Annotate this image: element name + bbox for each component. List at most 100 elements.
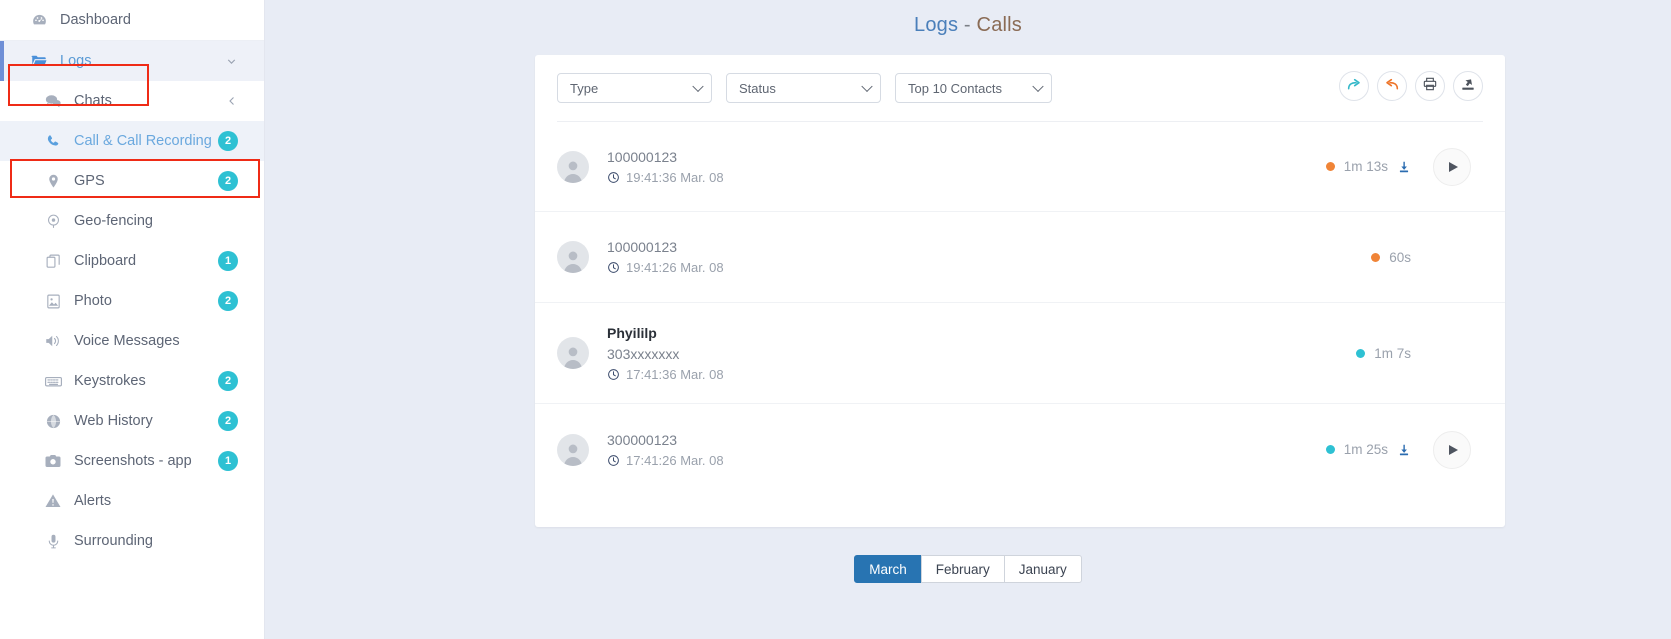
filter-type-value: Type (570, 80, 599, 96)
table-row[interactable]: 100000123 19:41:36 Mar. 08 1m 13s (535, 122, 1505, 212)
filter-status-select[interactable]: Status (726, 73, 881, 103)
table-row[interactable]: 100000123 19:41:26 Mar. 08 60s (535, 212, 1505, 303)
avatar (557, 150, 589, 183)
sidebar-item-label: Photo (74, 293, 112, 309)
call-time-wrap: 17:41:26 Mar. 08 (607, 453, 1326, 468)
sidebar-item-photo[interactable]: Photo 2 (0, 281, 264, 321)
play-icon (1449, 161, 1458, 172)
sidebar-item-logs[interactable]: Logs (0, 41, 264, 81)
play-button[interactable] (1433, 147, 1471, 186)
page-title-dash: - (958, 14, 977, 36)
filter-type-select[interactable]: Type (557, 73, 712, 103)
call-number: 100000123 (607, 239, 678, 255)
month-tab-march[interactable]: March (854, 555, 922, 583)
avatar (557, 433, 589, 466)
warning-triangle-icon (42, 492, 64, 510)
chevron-down-icon[interactable] (225, 55, 238, 68)
filter-bar: Type Status Top 10 Contacts (557, 73, 1052, 103)
chevron-left-icon[interactable] (226, 95, 238, 107)
month-tab-february[interactable]: February (920, 555, 1005, 583)
sidebar-item-call-and-call-recording[interactable]: Call & Call Recording 2 (0, 121, 264, 161)
sidebar-item-label: Screenshots - app (74, 453, 192, 469)
clock-icon (607, 171, 620, 184)
sidebar-item-web-history[interactable]: Web History 2 (0, 401, 264, 441)
sidebar-item-label: Alerts (74, 493, 112, 509)
folder-icon (28, 52, 50, 70)
call-info: 100000123 19:41:36 Mar. 08 (607, 149, 1326, 185)
forward-button[interactable] (1339, 71, 1369, 101)
sidebar-item-label: Chats (74, 93, 112, 109)
filter-contacts-select[interactable]: Top 10 Contacts (895, 73, 1052, 103)
sidebar-item-label: Logs (60, 53, 92, 69)
sidebar-item-badge: 2 (218, 411, 238, 431)
sidebar-item-keystrokes[interactable]: Keystrokes 2 (0, 361, 264, 401)
sidebar-item-label: Geo-fencing (74, 213, 153, 229)
month-tab-group: March February January (854, 555, 1082, 583)
sidebar-item-label: Call & Call Recording (74, 133, 212, 149)
sidebar: Dashboard Logs Chats Call & Call Recordi… (0, 0, 265, 639)
forward-icon (1346, 76, 1362, 97)
active-indicator-bar (0, 41, 4, 81)
direction-dot (1371, 252, 1381, 262)
export-button[interactable] (1453, 71, 1483, 101)
sidebar-item-badge: 2 (218, 291, 238, 311)
sidebar-item-label: Dashboard (60, 12, 131, 28)
chevron-down-icon (861, 80, 873, 93)
table-row[interactable]: 300000123 17:41:26 Mar. 08 1m 25s (535, 404, 1505, 495)
call-number: 100000123 (607, 148, 678, 165)
play-button[interactable] (1433, 430, 1471, 469)
chevron-down-icon (1032, 80, 1044, 93)
camera-icon (42, 452, 64, 470)
sidebar-item-label: Voice Messages (74, 333, 180, 349)
clipboard-icon (42, 252, 64, 270)
call-meta: 1m 7s (1356, 346, 1411, 361)
sidebar-item-gps[interactable]: GPS 2 (0, 161, 264, 201)
direction-dot (1325, 445, 1335, 454)
sidebar-item-chats[interactable]: Chats (0, 81, 264, 121)
sidebar-item-clipboard[interactable]: Clipboard 1 (0, 241, 264, 281)
call-info: 300000123 17:41:26 Mar. 08 (607, 432, 1326, 468)
speaker-icon (42, 332, 64, 350)
play-button-wrap (1421, 430, 1483, 469)
download-icon[interactable] (1397, 443, 1411, 457)
microphone-icon (42, 532, 64, 550)
phone-icon (42, 132, 64, 150)
print-button[interactable] (1415, 71, 1445, 101)
call-time: 17:41:26 Mar. 08 (626, 452, 724, 468)
sidebar-item-geo-fencing[interactable]: Geo-fencing (0, 201, 264, 241)
globe-icon (42, 412, 64, 430)
sidebar-item-screenshots-app[interactable]: Screenshots - app 1 (0, 441, 264, 481)
call-time: 19:41:26 Mar. 08 (626, 260, 724, 275)
sidebar-item-badge: 1 (218, 451, 238, 471)
table-row[interactable]: Phyililp 303xxxxxxx 17:41:36 Mar. 08 1m … (535, 303, 1505, 404)
map-pin-icon (42, 172, 64, 190)
contact-name: Phyililp (607, 324, 657, 341)
clock-icon (607, 261, 620, 274)
direction-dot (1356, 348, 1366, 358)
month-tab-january[interactable]: January (1003, 555, 1082, 583)
page-title-main: Logs (914, 14, 959, 36)
chat-bubbles-icon (42, 92, 64, 110)
sidebar-item-voice-messages[interactable]: Voice Messages (0, 321, 264, 361)
page-title-sub: Calls (976, 14, 1022, 36)
calls-list: 100000123 19:41:36 Mar. 08 1m 13s 100000… (535, 122, 1505, 495)
photo-icon (42, 292, 64, 310)
sidebar-item-badge: 2 (218, 371, 238, 391)
sidebar-item-surrounding[interactable]: Surrounding (0, 521, 264, 561)
sidebar-item-dashboard[interactable]: Dashboard (0, 0, 264, 40)
sidebar-item-badge: 2 (218, 171, 238, 191)
call-meta: 1m 13s (1325, 159, 1411, 174)
reply-icon (1384, 76, 1400, 97)
direction-dot (1325, 162, 1335, 171)
sidebar-item-alerts[interactable]: Alerts (0, 481, 264, 521)
play-button-wrap (1421, 147, 1483, 186)
filter-contacts-value: Top 10 Contacts (908, 80, 1002, 96)
call-info: Phyililp 303xxxxxxx 17:41:36 Mar. 08 (607, 325, 1356, 382)
sidebar-item-badge: 2 (218, 131, 238, 151)
main-content: Logs - Calls Type Status Top 10 Contacts (265, 0, 1671, 639)
download-icon[interactable] (1397, 160, 1411, 174)
clock-icon (607, 454, 620, 467)
reply-button[interactable] (1377, 71, 1407, 101)
keyboard-icon (42, 372, 64, 390)
sidebar-item-label: GPS (74, 173, 105, 189)
